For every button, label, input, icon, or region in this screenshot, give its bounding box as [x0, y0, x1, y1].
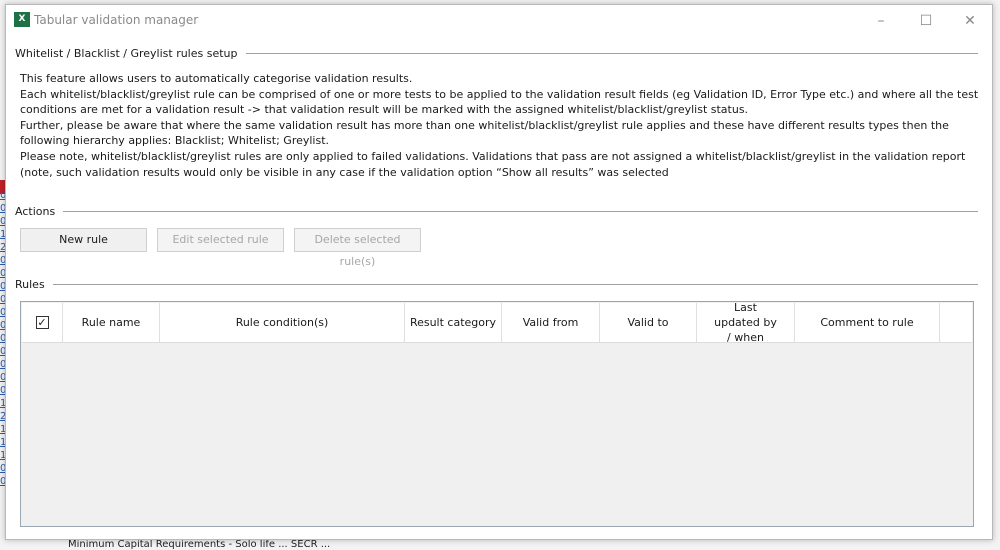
- rules-table[interactable]: ✓ Rule name Rule condition(s) Result cat…: [20, 301, 974, 527]
- setup-heading: Whitelist / Blacklist / Greylist rules s…: [15, 47, 238, 60]
- column-result-category[interactable]: Result category: [405, 303, 502, 342]
- title-bar[interactable]: X Tabular validation manager – ☐ ✕: [6, 5, 992, 35]
- actions-section-header: Actions: [15, 205, 978, 218]
- close-button[interactable]: ✕: [950, 9, 990, 33]
- rules-section-header: Rules: [15, 278, 978, 291]
- maximize-button[interactable]: ☐: [906, 9, 946, 33]
- excel-icon: X: [14, 12, 30, 27]
- column-rule-name[interactable]: Rule name: [63, 303, 160, 342]
- setup-section-header: Whitelist / Blacklist / Greylist rules s…: [15, 47, 978, 60]
- actions-heading: Actions: [15, 205, 56, 218]
- minimize-button[interactable]: –: [861, 9, 901, 33]
- edit-selected-rule-button[interactable]: Edit selected rule: [157, 228, 284, 252]
- column-comment[interactable]: Comment to rule: [795, 303, 940, 342]
- background-text: Minimum Capital Requirements - Solo life…: [68, 539, 331, 550]
- window-title: Tabular validation manager: [34, 13, 199, 27]
- new-rule-button[interactable]: New rule: [20, 228, 147, 252]
- feature-description: This feature allows users to automatical…: [20, 71, 985, 180]
- rules-heading: Rules: [15, 278, 45, 291]
- select-all-column[interactable]: ✓: [22, 303, 63, 342]
- tabular-validation-manager-dialog: X Tabular validation manager – ☐ ✕ White…: [5, 4, 993, 540]
- column-valid-to[interactable]: Valid to: [600, 303, 697, 342]
- delete-selected-rules-button[interactable]: Delete selected rule(s): [294, 228, 421, 268]
- column-rule-conditions[interactable]: Rule condition(s): [160, 303, 405, 342]
- description-line: Each whitelist/blacklist/greylist rule c…: [20, 87, 979, 117]
- column-filler: [940, 303, 972, 342]
- column-last-updated[interactable]: Last updated by / when: [697, 301, 795, 344]
- column-valid-from[interactable]: Valid from: [502, 303, 600, 342]
- description-line: This feature allows users to automatical…: [20, 72, 413, 85]
- description-line: Please note, whitelist/blacklist/greylis…: [20, 149, 966, 179]
- description-line: Further, please be aware that where the …: [20, 118, 949, 148]
- select-all-checkbox[interactable]: ✓: [35, 316, 49, 329]
- table-header: ✓ Rule name Rule condition(s) Result cat…: [22, 301, 972, 344]
